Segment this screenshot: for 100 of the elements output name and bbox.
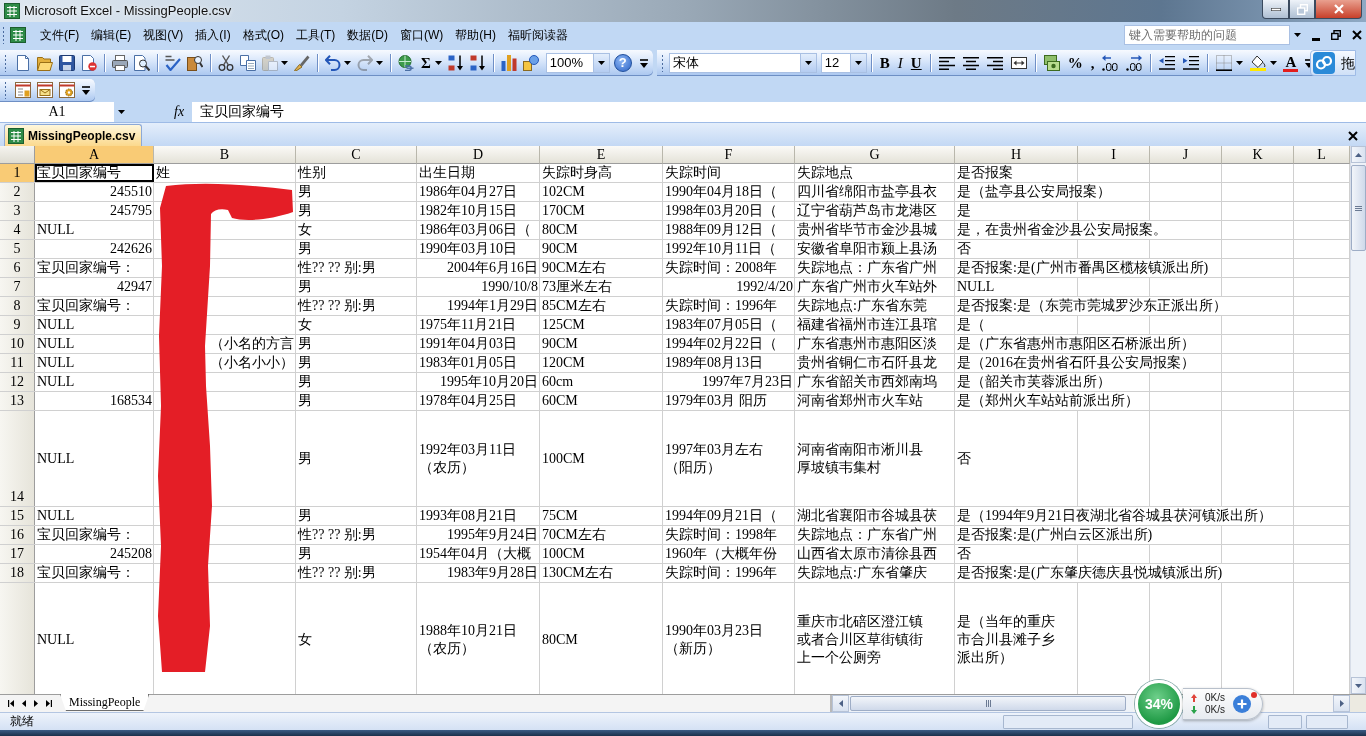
column-header[interactable]: F (663, 146, 795, 164)
menu-item[interactable]: 插入(I) (189, 25, 237, 45)
cell-text[interactable]: 168534 (110, 392, 152, 410)
cell-text[interactable]: 出生日期 (419, 164, 475, 182)
menu-item[interactable]: 帮助(H) (449, 25, 502, 45)
row-header[interactable]: 1 (0, 164, 35, 182)
cell-text[interactable]: 1993年08月21日 (419, 507, 517, 525)
align-left-icon[interactable] (938, 56, 955, 70)
cell-text[interactable]: 75CM (542, 507, 578, 525)
cell-text[interactable]: 四川省绵阳市盐亭县衣 (797, 183, 937, 201)
plus-icon[interactable] (1233, 695, 1251, 713)
cell-text[interactable]: 失踪时间 (665, 164, 721, 182)
cell-text[interactable]: 失踪时间：1996年 (665, 297, 777, 315)
form-page-icon[interactable] (15, 82, 31, 98)
cell-text[interactable]: 性?? ?? 别:男 (298, 259, 376, 277)
cell-text[interactable]: NULL (37, 221, 75, 239)
cell-text[interactable]: 1990年04月18日（ (665, 183, 777, 201)
cell-text[interactable]: 性别 (298, 164, 326, 182)
dropdown-arrow-icon[interactable] (118, 110, 125, 114)
close-icon[interactable] (1352, 30, 1362, 40)
cell-text[interactable]: 60CM (542, 392, 578, 410)
cell-text[interactable]: NULL (37, 507, 75, 525)
row-header[interactable]: 18 (0, 564, 35, 582)
minimize-button[interactable] (1262, 0, 1289, 19)
horizontal-scrollbar[interactable] (830, 695, 1133, 712)
cell-text[interactable]: 1994年09月21日（ (665, 507, 777, 525)
cell-text[interactable]: NULL (37, 631, 75, 649)
menu-item[interactable]: 窗口(W) (394, 25, 450, 45)
cell-text[interactable]: 湖北省襄阳市谷城县茯 (797, 507, 937, 525)
cell-text[interactable]: 1982年10月15日 (419, 202, 517, 220)
cell-text[interactable]: NULL (37, 335, 75, 353)
bold-button[interactable]: B (875, 54, 894, 72)
cell-text[interactable]: 否 (957, 545, 971, 563)
font-size-field[interactable]: 12 (820, 53, 851, 73)
cell-text[interactable]: 245510 (110, 183, 152, 201)
two-pages-icon[interactable] (240, 55, 256, 71)
cell-text[interactable]: 是（广东省惠州市惠阳区石桥派出所） (957, 335, 1195, 353)
cell-text[interactable]: 1990年03月10日 (419, 240, 517, 258)
cell-text[interactable]: 失踪地点：广东省广州 (797, 259, 937, 277)
scissors-icon[interactable] (218, 55, 234, 71)
cell-text[interactable]: 100CM (542, 449, 585, 468)
cell-text[interactable]: 1986年03月06日（ (419, 221, 531, 239)
cell-text[interactable]: 男 (298, 335, 312, 353)
cell-text[interactable]: 是（郑州火车站站前派出所） (957, 392, 1139, 410)
cell-text[interactable]: （小名的方言 (210, 335, 294, 353)
menu-item[interactable]: 编辑(E) (85, 25, 138, 45)
cell-text[interactable]: 1992年10月11日（ (665, 240, 777, 258)
cell-text[interactable]: 2004年6月16日 (447, 259, 538, 277)
cell-text[interactable]: 广东省广州市火车站外 (797, 278, 937, 296)
cell-text[interactable]: 宝贝回家编号： (37, 564, 135, 582)
zoom-field[interactable]: 100% (545, 53, 594, 73)
borders-icon[interactable] (1216, 55, 1233, 71)
row-header[interactable]: 15 (0, 507, 35, 525)
blank-page-icon[interactable] (15, 55, 31, 71)
cell-text[interactable]: 120CM (542, 354, 585, 372)
cell-text[interactable]: 242626 (110, 240, 152, 258)
outdent-icon[interactable] (1159, 56, 1176, 70)
column-header[interactable]: L (1294, 146, 1350, 164)
sort-descending-icon[interactable] (469, 55, 486, 71)
menu-item[interactable]: 文件(F) (34, 25, 86, 45)
cell-text[interactable]: 男 (298, 545, 312, 563)
align-right-icon[interactable] (986, 56, 1003, 70)
cell-text[interactable]: 山西省太原市清徐县西 (797, 545, 937, 563)
column-header[interactable]: H (955, 146, 1078, 164)
cell-text[interactable]: 1988年09月12日（ (665, 221, 777, 239)
cell-text[interactable]: 男 (298, 373, 312, 391)
row-header[interactable]: 11 (0, 354, 35, 372)
column-header[interactable]: K (1222, 146, 1294, 164)
cell-text[interactable]: 宝贝回家编号 (37, 164, 121, 182)
paint-bucket-icon[interactable] (1250, 55, 1267, 71)
row-header[interactable]: 10 (0, 335, 35, 353)
cell-text[interactable]: 男 (298, 449, 312, 468)
caret-icon[interactable] (434, 61, 442, 65)
cell-text[interactable]: 1960年（大概年份 (665, 545, 777, 563)
page-magnifier-icon[interactable] (134, 55, 150, 71)
cell-text[interactable]: 170CM (542, 202, 585, 220)
cell-text[interactable]: 90CM左右 (542, 259, 606, 277)
cell-text[interactable]: 1983年07月05日（ (665, 316, 777, 334)
cell-text[interactable]: 失踪地点:广东省肇庆 (797, 564, 927, 582)
previous-arrow-icon[interactable] (22, 700, 26, 707)
menu-item[interactable]: 工具(T) (290, 25, 342, 45)
bar-chart-icon[interactable] (500, 55, 517, 71)
cell-text[interactable]: 是否报案:是(广州白云区派出所) (957, 526, 1153, 544)
column-header[interactable]: D (417, 146, 540, 164)
shapes-icon[interactable] (522, 55, 539, 71)
cell-text[interactable]: 失踪时间：1996年 (665, 564, 777, 582)
cell-text[interactable]: 宝贝回家编号： (37, 259, 135, 277)
cell-text[interactable]: 是否报案:是（东莞市莞城罗沙东正派出所） (957, 297, 1227, 315)
spreadsheet-icon[interactable] (10, 27, 26, 43)
cell-text[interactable]: 1995年9月24日 (447, 526, 538, 544)
cell-text[interactable]: 1954年04月（大概 (419, 545, 531, 563)
side-button[interactable]: 拖 (1310, 50, 1357, 76)
column-header[interactable]: J (1150, 146, 1222, 164)
minimize-icon[interactable] (1312, 37, 1320, 41)
cell-text[interactable]: 85CM左右 (542, 297, 606, 315)
cell-text[interactable]: 广东省惠州市惠阳区淡 (797, 335, 937, 353)
cell-text[interactable]: 失踪时间：2008年 (665, 259, 777, 277)
column-header[interactable]: G (795, 146, 955, 164)
caret-icon[interactable] (281, 61, 288, 65)
row-header[interactable]: 4 (0, 221, 35, 239)
